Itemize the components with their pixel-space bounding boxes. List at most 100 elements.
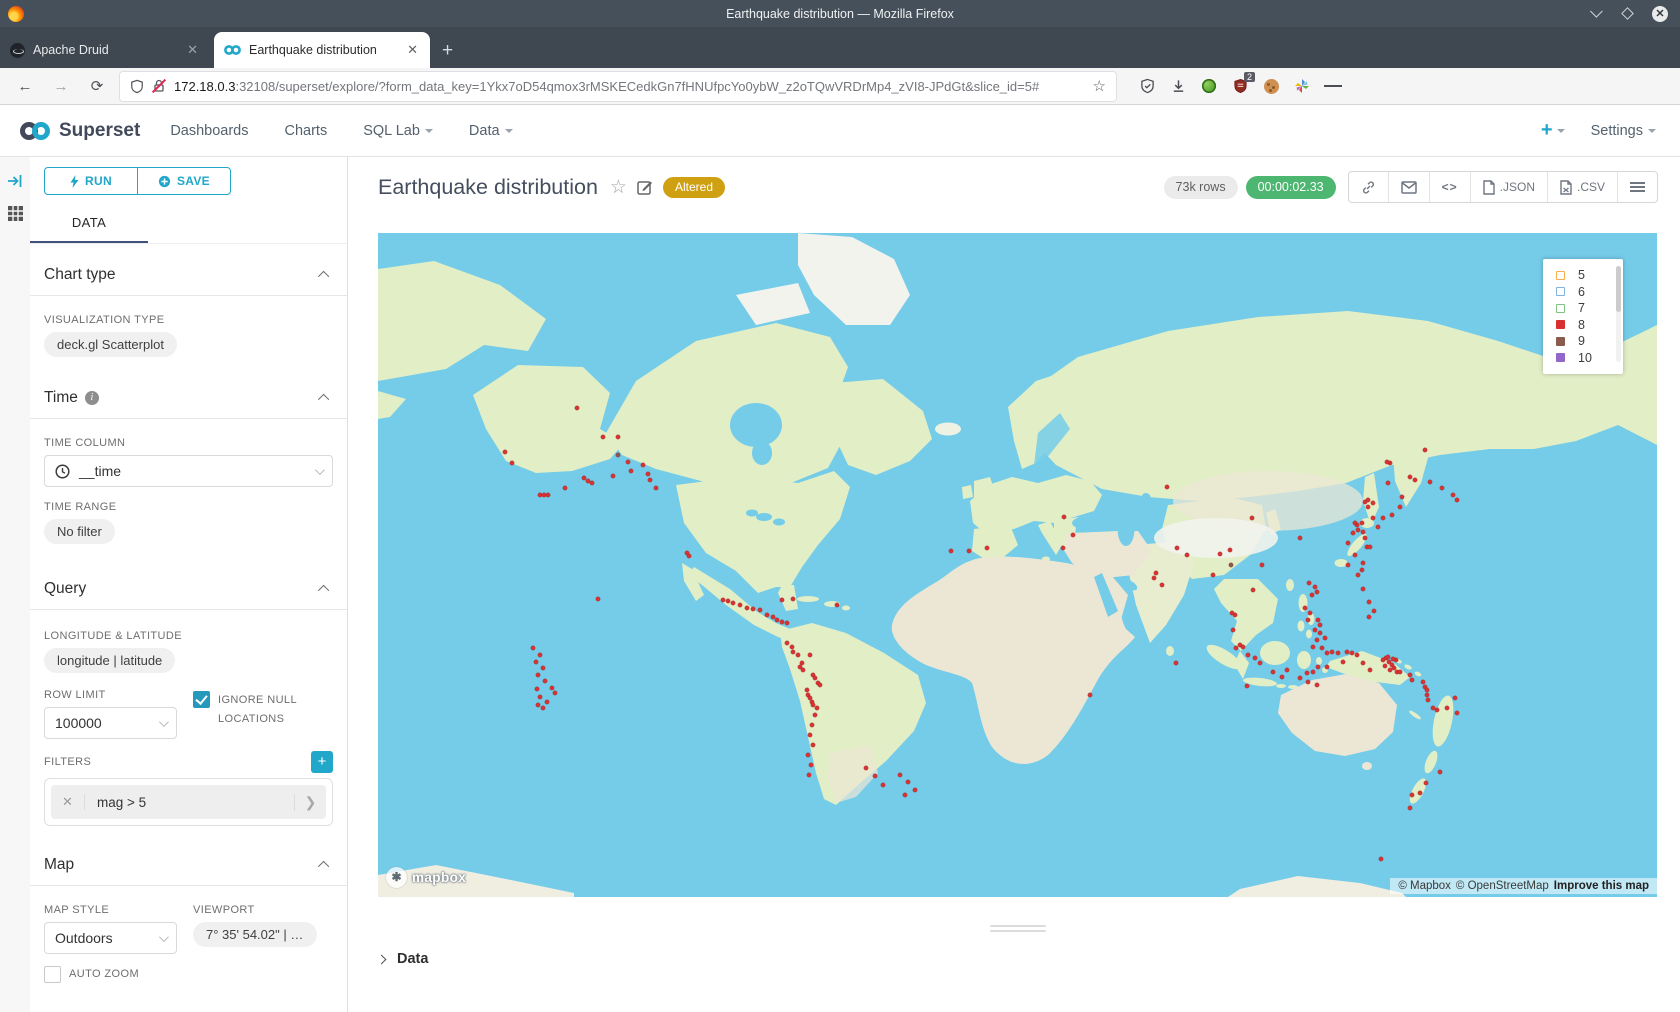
data-panel-toggle[interactable]: Data: [378, 951, 428, 967]
downloads-icon[interactable]: [1169, 77, 1187, 95]
new-tab-button[interactable]: +: [442, 40, 453, 62]
nav-item-data[interactable]: Data: [469, 123, 513, 139]
extension-green-icon[interactable]: [1200, 77, 1218, 95]
viewport-value[interactable]: 7° 35' 54.02" | 31...: [193, 922, 317, 947]
maximize-icon[interactable]: [1621, 7, 1634, 20]
chevron-up-icon: [318, 394, 329, 405]
save-button[interactable]: SAVE: [137, 168, 230, 194]
window-titlebar: Earthquake distribution — Mozilla Firefo…: [0, 0, 1680, 27]
export-json-button[interactable]: .JSON: [1470, 172, 1547, 202]
time-range-value[interactable]: No filter: [44, 519, 115, 544]
ignore-null-checkbox[interactable]: [193, 691, 210, 708]
email-button[interactable]: [1388, 172, 1429, 202]
section-chart-type[interactable]: Chart type: [44, 266, 333, 284]
legend-entry[interactable]: 7: [1556, 300, 1617, 317]
legend-swatch: [1556, 304, 1565, 313]
section-time[interactable]: Timei: [44, 389, 333, 407]
tab-data[interactable]: DATA: [30, 205, 148, 243]
edit-properties-icon[interactable]: [637, 179, 653, 195]
chevron-down-icon: [1557, 129, 1565, 133]
tab-close-icon[interactable]: ✕: [185, 42, 200, 58]
new-item-button[interactable]: +: [1541, 119, 1565, 142]
mapbox-attribution-link[interactable]: © Mapbox: [1398, 880, 1451, 892]
brand-name[interactable]: Superset: [59, 120, 140, 142]
insecure-lock-icon[interactable]: [152, 79, 166, 93]
mapbox-icon: ✱: [386, 867, 407, 888]
forward-button[interactable]: →: [50, 78, 72, 95]
section-map[interactable]: Map: [44, 856, 333, 874]
legend-label: 8: [1578, 318, 1585, 332]
legend-entry[interactable]: 10: [1556, 350, 1617, 367]
mapbox-logo[interactable]: ✱ mapbox: [386, 867, 466, 888]
map-style-select[interactable]: Outdoors: [44, 922, 177, 954]
bolt-icon: [70, 175, 79, 188]
chart-area: Earthquake distribution ☆ Altered 73k ro…: [348, 157, 1680, 1012]
dataset-grid-icon[interactable]: [7, 205, 24, 222]
chevron-up-icon: [318, 861, 329, 872]
panel-resize-handle[interactable]: [378, 925, 1657, 932]
remove-filter-icon[interactable]: ✕: [51, 794, 85, 810]
close-icon[interactable]: ✕: [1652, 6, 1668, 22]
export-csv-button[interactable]: .CSV: [1547, 172, 1617, 202]
tab-bar: Apache Druid ✕ Earthquake distribution ✕…: [0, 27, 1680, 68]
improve-map-link[interactable]: Improve this map: [1554, 880, 1649, 892]
url-bar[interactable]: 172.18.0.3:32108/superset/explore/?form_…: [120, 72, 1116, 101]
copy-link-button[interactable]: [1349, 172, 1388, 202]
viz-type-value[interactable]: deck.gl Scatterplot: [44, 332, 177, 357]
deckgl-map[interactable]: 5 678910 ✱ mapbox © Mapbox © OpenStreetMa…: [378, 233, 1657, 897]
legend-entry[interactable]: 5: [1556, 267, 1617, 284]
auto-zoom-label: AUTO ZOOM: [69, 966, 139, 983]
section-query[interactable]: Query: [44, 580, 333, 598]
menu-hamburger-icon[interactable]: [1324, 77, 1342, 95]
chevron-right-icon[interactable]: ❯: [294, 794, 326, 811]
tab-earthquake-distribution[interactable]: Earthquake distribution ✕: [214, 32, 430, 68]
superset-logo[interactable]: [18, 119, 52, 143]
shield-permissions-icon[interactable]: [130, 79, 144, 94]
auto-zoom-checkbox[interactable]: [44, 966, 61, 983]
bookmark-star-icon[interactable]: ☆: [1093, 77, 1106, 95]
legend-entry[interactable]: 9: [1556, 333, 1617, 350]
row-limit-label: ROW LIMIT: [44, 689, 177, 701]
time-column-select[interactable]: __time: [44, 455, 333, 487]
ignore-null-label: IGNORE NULL LOCATIONS: [218, 691, 314, 739]
filter-chip[interactable]: ✕ mag > 5 ❯: [51, 785, 326, 819]
url-text[interactable]: 172.18.0.3:32108/superset/explore/?form_…: [174, 79, 1087, 94]
filter-value[interactable]: mag > 5: [85, 795, 294, 810]
legend-entry[interactable]: 6: [1556, 284, 1617, 301]
nav-item-charts[interactable]: Charts: [285, 123, 328, 139]
favorite-star-icon[interactable]: ☆: [610, 176, 627, 199]
filters-label: FILTERS: [44, 756, 91, 768]
extension-badge: 2: [1244, 72, 1255, 82]
protections-shield-icon[interactable]: [1138, 77, 1156, 95]
cookie-extension-icon[interactable]: [1262, 77, 1280, 95]
tab-apache-druid[interactable]: Apache Druid ✕: [0, 32, 210, 68]
world-map[interactable]: [378, 233, 1657, 897]
add-filter-button[interactable]: +: [311, 751, 333, 773]
ublock-shield-icon[interactable]: 2: [1231, 77, 1249, 95]
legend-label: 5: [1578, 268, 1585, 282]
map-style-label: MAP STYLE: [44, 904, 177, 916]
altered-badge: Altered: [663, 177, 725, 198]
nav-item-dashboards[interactable]: Dashboards: [170, 123, 248, 139]
pinwheel-extension-icon[interactable]: [1293, 77, 1311, 95]
legend-entry[interactable]: 8: [1556, 317, 1617, 334]
collapsed-datasource-strip: [0, 157, 30, 1012]
tab-close-icon[interactable]: ✕: [405, 42, 420, 58]
back-button[interactable]: ←: [14, 78, 36, 95]
legend-label: 10: [1578, 351, 1592, 365]
time-range-label: TIME RANGE: [44, 501, 333, 513]
plus-circle-icon: [158, 175, 171, 188]
control-panel: RUN SAVE DATA Chart type VISUALIZATION T…: [30, 157, 348, 1012]
nav-item-sql-lab[interactable]: SQL Lab: [363, 123, 433, 139]
expand-panel-icon[interactable]: [7, 173, 23, 189]
chevron-down-icon: [425, 129, 433, 133]
row-limit-select[interactable]: 100000: [44, 707, 177, 739]
chart-menu-button[interactable]: [1617, 172, 1657, 202]
embed-code-button[interactable]: <>: [1429, 172, 1470, 202]
settings-menu[interactable]: Settings: [1591, 123, 1656, 139]
reload-button[interactable]: ⟳: [86, 77, 108, 95]
run-button[interactable]: RUN: [45, 168, 137, 194]
chevron-up-icon: [318, 271, 329, 282]
osm-attribution-link[interactable]: © OpenStreetMap: [1456, 880, 1549, 892]
lonlat-value[interactable]: longitude | latitude: [44, 648, 175, 673]
